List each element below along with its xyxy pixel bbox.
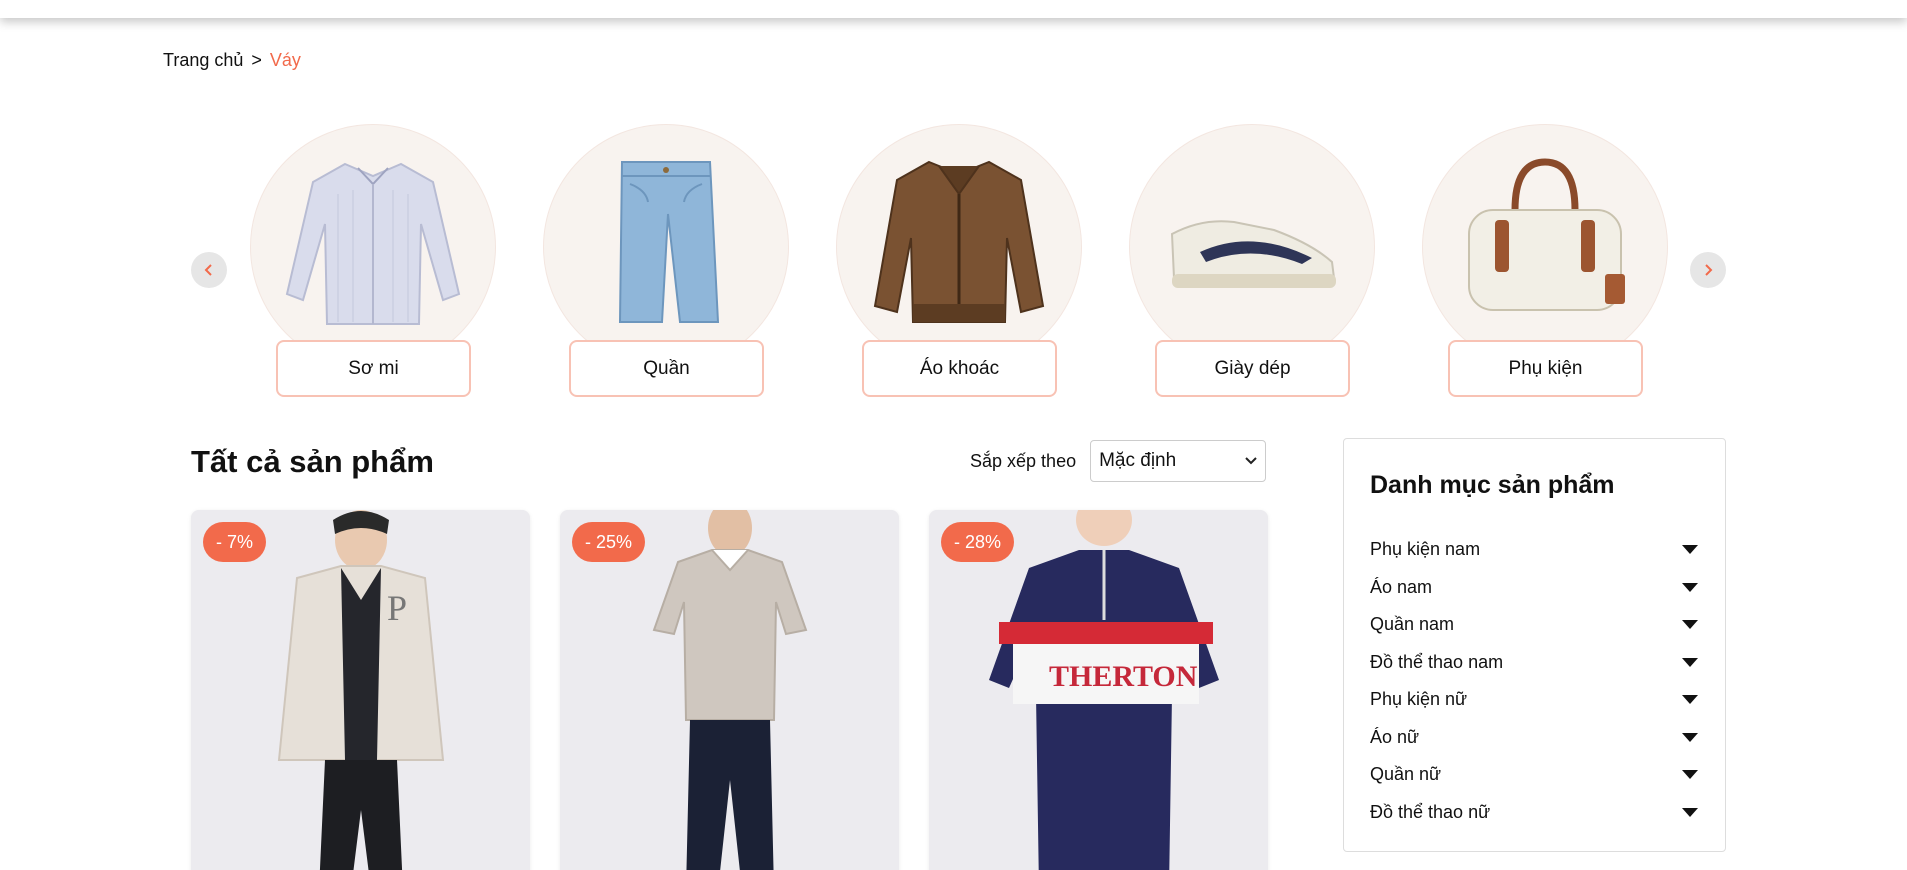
breadcrumb: Trang chủ > Váy — [163, 50, 301, 71]
sort-control: Sắp xếp theo Mặc định — [970, 440, 1267, 482]
products-section-title: Tất cả sản phẩm — [191, 444, 434, 479]
sidebar-title: Danh mục sản phẩm — [1370, 471, 1615, 499]
category-sidebar: Danh mục sản phẩm Phụ kiện nam Áo nam Qu… — [1343, 438, 1726, 852]
caret-down-icon[interactable] — [1682, 770, 1698, 780]
sort-selected-value: Mặc định — [1099, 450, 1177, 471]
category-label[interactable]: Sơ mi — [276, 340, 471, 397]
breadcrumb-separator: > — [251, 50, 262, 70]
sidebar-list: Phụ kiện nam Áo nam Quần nam Đồ thể thao… — [1370, 531, 1700, 831]
product-image: P — [191, 510, 530, 870]
chevron-left-icon — [204, 264, 212, 276]
category-label[interactable]: Phụ kiện — [1448, 340, 1643, 397]
sort-label: Sắp xếp theo — [970, 450, 1077, 471]
sidebar-item[interactable]: Phụ kiện nam — [1370, 531, 1700, 569]
product-image: THERTON — [929, 510, 1268, 870]
discount-badge: - 25% — [572, 522, 646, 562]
sidebar-item[interactable]: Áo nữ — [1370, 719, 1700, 757]
handbag-image — [1468, 158, 1625, 311]
sidebar-item-label: Áo nam — [1370, 576, 1433, 597]
category-item-pants[interactable]: Quần — [543, 124, 789, 399]
caret-down-icon[interactable] — [1682, 695, 1698, 705]
sneaker-image — [1170, 220, 1336, 288]
sort-select[interactable]: Mặc định — [1090, 440, 1267, 482]
svg-text:P: P — [387, 588, 407, 628]
shirt-image — [285, 162, 461, 325]
category-label[interactable]: Giày dép — [1155, 340, 1350, 397]
jeans-image — [618, 161, 720, 323]
sidebar-item-label: Phụ kiện nam — [1370, 539, 1481, 560]
caret-down-icon[interactable] — [1682, 657, 1698, 667]
caret-down-icon[interactable] — [1682, 807, 1698, 817]
chevron-right-icon — [1705, 264, 1713, 276]
sidebar-item-label: Áo nữ — [1370, 726, 1420, 747]
sidebar-item[interactable]: Áo nam — [1370, 569, 1700, 607]
top-navbar — [0, 0, 1907, 18]
discount-badge: - 7% — [203, 522, 267, 562]
sidebar-item-label: Phụ kiện nữ — [1370, 689, 1468, 710]
category-item-shoes[interactable]: Giày dép — [1129, 124, 1375, 399]
sidebar-item[interactable]: Đồ thể thao nam — [1370, 644, 1700, 682]
sidebar-item[interactable]: Quần nam — [1370, 606, 1700, 644]
sidebar-item-label: Quần nam — [1370, 614, 1455, 635]
breadcrumb-current: Váy — [269, 50, 301, 70]
product-card[interactable]: - 7% P — [191, 510, 530, 870]
category-item-jacket[interactable]: Áo khoác — [836, 124, 1082, 399]
sidebar-item-label: Đồ thể thao nữ — [1370, 801, 1491, 822]
category-item-accessories[interactable]: Phụ kiện — [1422, 124, 1668, 399]
product-card[interactable]: - 28% THERTON — [929, 510, 1268, 870]
category-label[interactable]: Áo khoác — [862, 340, 1057, 397]
svg-text:THERTON: THERTON — [1049, 660, 1198, 693]
caret-down-icon[interactable] — [1682, 620, 1698, 630]
chevron-down-icon — [1245, 457, 1257, 465]
caret-down-icon[interactable] — [1682, 732, 1698, 742]
sidebar-item-label: Đồ thể thao nam — [1370, 651, 1504, 672]
sidebar-item[interactable]: Phụ kiện nữ — [1370, 681, 1700, 719]
carousel-prev-button[interactable] — [191, 252, 227, 288]
sidebar-item[interactable]: Quần nữ — [1370, 756, 1700, 794]
sidebar-item-label: Quần nữ — [1370, 764, 1442, 785]
category-item-shirt[interactable]: Sơ mi — [250, 124, 496, 399]
breadcrumb-home-link[interactable]: Trang chủ — [163, 50, 243, 71]
sidebar-item[interactable]: Đồ thể thao nữ — [1370, 794, 1700, 832]
caret-down-icon[interactable] — [1682, 582, 1698, 592]
category-carousel: Sơ mi Quần Áo khoác Giày dép Phụ kiện — [0, 120, 1907, 410]
product-card[interactable]: - 25% — [560, 510, 899, 870]
category-label[interactable]: Quần — [569, 340, 764, 397]
carousel-next-button[interactable] — [1690, 252, 1726, 288]
discount-badge: - 28% — [941, 522, 1015, 562]
product-image — [560, 510, 899, 870]
jacket-image — [873, 160, 1045, 323]
caret-down-icon[interactable] — [1682, 545, 1698, 555]
